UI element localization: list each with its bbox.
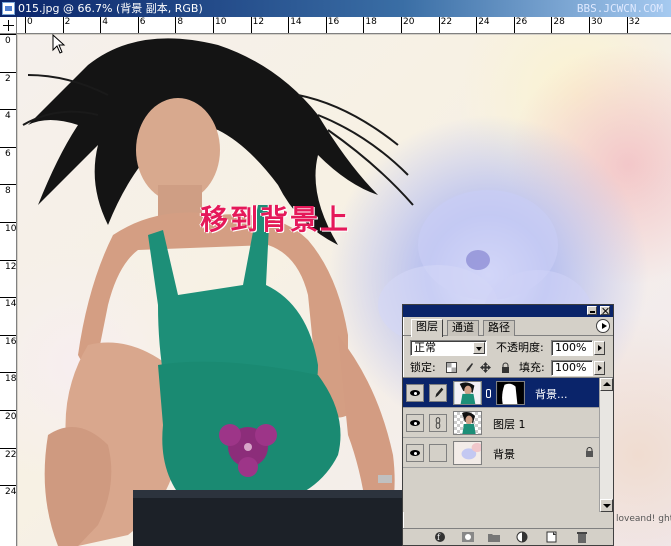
brush-icon[interactable] xyxy=(463,362,474,373)
layer-thumbnail xyxy=(453,381,482,405)
close-icon[interactable] xyxy=(600,306,610,315)
lock-icon xyxy=(586,447,593,457)
blend-mode-select[interactable]: 正常 xyxy=(410,340,487,356)
layer-mask-thumbnail[interactable] xyxy=(496,381,525,405)
layer-thumbnail-art xyxy=(462,412,476,434)
palette-footer: f xyxy=(403,528,613,545)
scroll-down-icon[interactable] xyxy=(600,499,613,512)
fill-field[interactable]: 100% xyxy=(551,360,593,376)
tab-layers[interactable]: 图层 xyxy=(411,319,443,337)
move-icon[interactable] xyxy=(480,362,491,373)
blend-opacity-row: 正常 不透明度: 100% xyxy=(403,336,613,358)
chevron-down-icon[interactable] xyxy=(473,342,485,354)
layer-name: 背景... xyxy=(535,388,568,401)
watermark-text: BBS.JCWCN.COM xyxy=(576,2,663,15)
palette-menu-icon[interactable] xyxy=(596,319,610,333)
lock-fill-row: 锁定: 填充: 100% xyxy=(403,358,613,378)
brush-icon[interactable] xyxy=(429,384,447,402)
lock-transparency-icon[interactable] xyxy=(446,362,457,373)
minimize-icon[interactable] xyxy=(587,306,597,315)
new-group-icon[interactable] xyxy=(487,531,501,543)
layer-row-layer-1[interactable]: 图层 1 xyxy=(403,408,600,438)
arrow-cursor-icon xyxy=(52,34,66,54)
palette-title-bar[interactable] xyxy=(403,305,613,317)
scroll-up-icon[interactable] xyxy=(600,378,613,391)
opacity-field[interactable]: 100% xyxy=(551,340,593,356)
vertical-ruler[interactable]: 0 2 4 6 8 10 12 14 16 18 20 22 24 xyxy=(0,34,17,546)
tab-paths[interactable]: 路径 xyxy=(483,320,515,336)
layer-thumbnail xyxy=(453,411,482,435)
horizontal-ruler[interactable]: 0 2 4 6 8 10 12 14 16 18 20 22 24 26 28 30 32 xyxy=(17,17,671,34)
palette-tabs: 图层 通道 路径 xyxy=(403,317,613,337)
layers-scrollbar[interactable] xyxy=(599,378,613,512)
tab-channels[interactable]: 通道 xyxy=(447,320,479,336)
layer-thumbnail xyxy=(453,441,482,465)
layer-name: 背景 xyxy=(493,448,515,461)
visibility-eye-icon[interactable] xyxy=(406,384,424,402)
add-mask-icon[interactable] xyxy=(461,531,475,543)
visibility-eye-icon[interactable] xyxy=(406,414,424,432)
layer-row-background-copy[interactable]: 背景... xyxy=(403,378,600,408)
blend-mode-value: 正常 xyxy=(414,341,436,354)
ruler-origin[interactable] xyxy=(0,17,17,34)
layers-palette: 图层 通道 路径 正常 不透明度: 100% 锁定: 填充: 100% 背景..… xyxy=(402,304,614,546)
new-layer-icon[interactable] xyxy=(545,531,559,543)
overlay-caption: 移到背景上 xyxy=(200,203,351,236)
layer-name: 图层 1 xyxy=(493,418,526,431)
link-slot[interactable] xyxy=(429,444,447,462)
lock-all-icon[interactable] xyxy=(500,362,511,373)
trash-icon[interactable] xyxy=(575,531,589,543)
mask-link-icon[interactable] xyxy=(486,389,491,398)
lock-label: 锁定: xyxy=(410,361,436,374)
layer-row-background[interactable]: 背景 xyxy=(403,438,600,468)
opacity-slider-icon[interactable] xyxy=(594,341,605,355)
corner-credit: loveand! ght-j xyxy=(616,514,671,524)
opacity-label: 不透明度: xyxy=(496,341,544,354)
layer-style-icon[interactable]: f xyxy=(433,531,447,543)
fill-slider-icon[interactable] xyxy=(594,361,605,375)
visibility-eye-icon[interactable] xyxy=(406,444,424,462)
document-title: 015.jpg @ 66.7% (背景 副本, RGB) xyxy=(18,2,203,15)
document-title-bar[interactable]: 015.jpg @ 66.7% (背景 副本, RGB) BBS.JCWCN.C… xyxy=(0,0,671,17)
link-chain-icon[interactable] xyxy=(429,414,447,432)
layers-list: 背景... 图层 1 背景 xyxy=(403,378,613,512)
adjustment-layer-icon[interactable] xyxy=(515,531,529,543)
fill-label: 填充: xyxy=(519,361,545,374)
document-icon xyxy=(2,2,15,15)
